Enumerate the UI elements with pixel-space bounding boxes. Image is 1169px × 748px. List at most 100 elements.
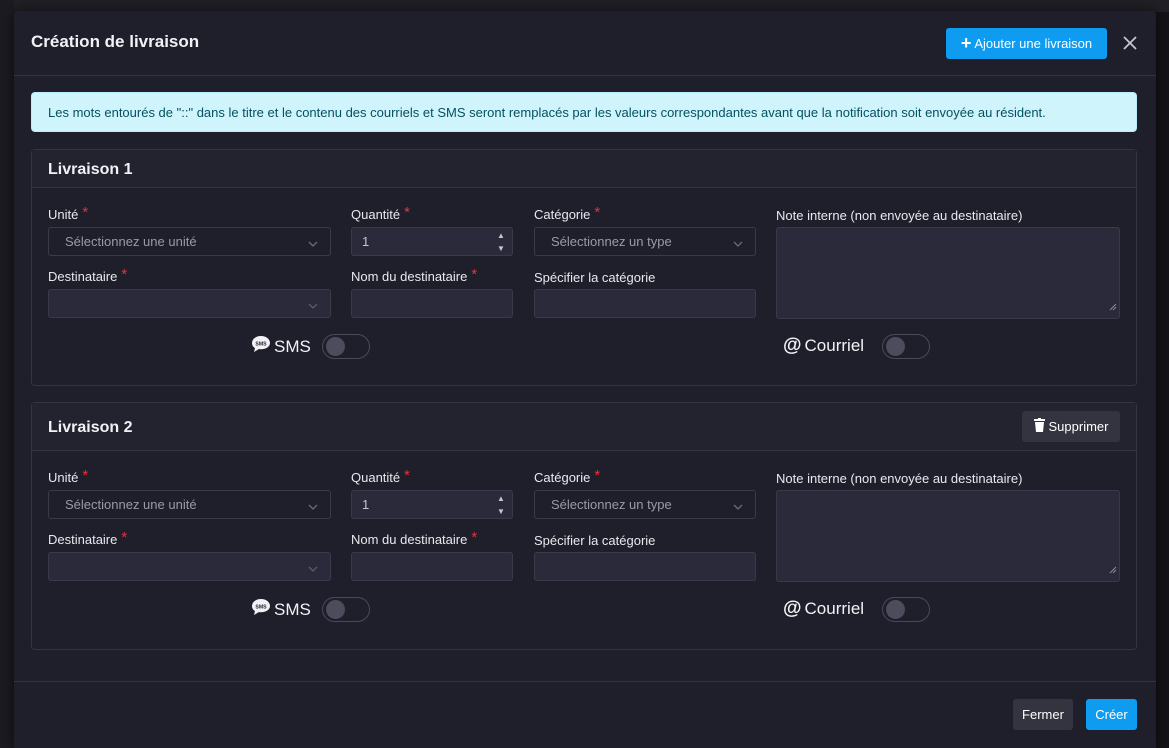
spin-buttons[interactable]: ▲ ▼ — [496, 493, 506, 517]
unit-label: Unité * — [48, 467, 89, 485]
delete-delivery-button[interactable]: Supprimer — [1022, 411, 1120, 442]
spin-down-icon[interactable]: ▼ — [497, 506, 505, 517]
unit-label: Unité * — [48, 204, 89, 222]
recipient-name-input[interactable] — [351, 289, 513, 318]
recipient-label: Destinataire * — [48, 529, 128, 547]
sms-bubble-icon: SMS — [251, 598, 271, 621]
email-toggle-row: @ Courriel — [783, 598, 864, 620]
recipient-name-input[interactable] — [351, 552, 513, 581]
chevron-down-icon — [308, 236, 318, 251]
email-toggle[interactable] — [882, 597, 930, 622]
unit-select[interactable]: Sélectionnez une unité — [48, 227, 331, 256]
category-select-placeholder: Sélectionnez un type — [551, 497, 672, 512]
required-asterisk: * — [82, 467, 89, 484]
recipient-name-label: Nom du destinataire * — [351, 266, 478, 284]
modal-title: Création de livraison — [31, 32, 200, 51]
email-label: @ Courriel — [783, 335, 864, 357]
specify-category-label: Spécifier la catégorie — [534, 533, 656, 548]
modal-header: Création de livraison + Ajouter une livr… — [14, 11, 1156, 76]
note-textarea[interactable] — [776, 227, 1120, 319]
resize-grip-icon[interactable] — [1109, 298, 1117, 316]
add-delivery-label: Ajouter une livraison — [974, 36, 1093, 51]
resize-grip-icon[interactable] — [1109, 561, 1117, 579]
quantity-value: 1 — [362, 497, 370, 512]
recipient-name-label: Nom du destinataire * — [351, 529, 478, 547]
category-select[interactable]: Sélectionnez un type — [534, 227, 756, 256]
specify-category-input[interactable] — [534, 552, 756, 581]
chevron-down-icon — [308, 561, 318, 576]
required-asterisk: * — [121, 266, 128, 283]
delivery-card-header: Livraison 1 — [32, 150, 1136, 188]
close-icon[interactable] — [1119, 32, 1141, 54]
modal-footer: Fermer Créer — [14, 681, 1156, 748]
recipient-label: Destinataire * — [48, 266, 128, 284]
background-left-strip — [0, 0, 14, 748]
svg-text:SMS: SMS — [255, 605, 267, 611]
svg-text:SMS: SMS — [255, 342, 267, 348]
chevron-down-icon — [733, 236, 743, 251]
toggle-knob — [886, 600, 905, 619]
required-asterisk: * — [471, 529, 478, 546]
toggle-knob — [326, 600, 345, 619]
recipient-select[interactable] — [48, 552, 331, 581]
email-label: @ Courriel — [783, 598, 864, 620]
specify-category-input[interactable] — [534, 289, 756, 318]
delete-label: Supprimer — [1048, 419, 1109, 434]
category-select[interactable]: Sélectionnez un type — [534, 490, 756, 519]
sms-toggle-row: SMS SMS — [251, 598, 311, 621]
quantity-stepper[interactable]: 1 ▲ ▼ — [351, 227, 513, 256]
email-label-text: Courriel — [804, 599, 865, 618]
spin-down-icon[interactable]: ▼ — [497, 243, 505, 254]
chevron-down-icon — [308, 298, 318, 313]
chevron-down-icon — [308, 499, 318, 514]
quantity-label: Quantité * — [351, 204, 410, 222]
delivery-title: Livraison 2 — [48, 419, 133, 436]
plus-icon: + — [960, 32, 972, 53]
at-sign-icon: @ — [783, 335, 802, 356]
required-asterisk: * — [82, 204, 89, 221]
required-asterisk: * — [121, 529, 128, 546]
category-label: Catégorie * — [534, 204, 601, 222]
unit-select-placeholder: Sélectionnez une unité — [65, 234, 197, 249]
note-textarea[interactable] — [776, 490, 1120, 582]
chevron-down-icon — [733, 499, 743, 514]
spin-up-icon[interactable]: ▲ — [497, 493, 505, 504]
sms-toggle[interactable] — [322, 334, 370, 359]
unit-select-placeholder: Sélectionnez une unité — [65, 497, 197, 512]
note-label: Note interne (non envoyée au destinatair… — [776, 208, 1023, 223]
spin-buttons[interactable]: ▲ ▼ — [496, 230, 506, 254]
quantity-label: Quantité * — [351, 467, 410, 485]
required-asterisk: * — [404, 204, 410, 221]
trash-icon — [1033, 418, 1045, 435]
delivery-card-header: Livraison 2 Supprimer — [32, 403, 1136, 451]
required-asterisk: * — [594, 204, 601, 221]
sms-label-text: SMS — [274, 336, 311, 356]
delivery-card-2: Livraison 2 Supprimer Unité * Sélectionne… — [31, 402, 1137, 650]
create-delivery-modal: Création de livraison + Ajouter une livr… — [14, 11, 1156, 748]
required-asterisk: * — [404, 467, 410, 484]
delivery-card-1: Livraison 1 Unité * Sélectionnez une unit… — [31, 149, 1137, 386]
close-button[interactable]: Fermer — [1013, 699, 1073, 730]
toggle-knob — [886, 337, 905, 356]
required-asterisk: * — [471, 266, 478, 283]
sms-bubble-icon: SMS — [251, 335, 271, 358]
specify-category-label: Spécifier la catégorie — [534, 270, 656, 285]
sms-label: SMS SMS — [251, 598, 311, 621]
unit-select[interactable]: Sélectionnez une unité — [48, 490, 331, 519]
add-delivery-button[interactable]: + Ajouter une livraison — [946, 28, 1107, 59]
category-label: Catégorie * — [534, 467, 601, 485]
sms-toggle[interactable] — [322, 597, 370, 622]
at-sign-icon: @ — [783, 598, 802, 619]
quantity-stepper[interactable]: 1 ▲ ▼ — [351, 490, 513, 519]
delivery-title: Livraison 1 — [48, 161, 133, 178]
category-select-placeholder: Sélectionnez un type — [551, 234, 672, 249]
create-button[interactable]: Créer — [1086, 699, 1137, 730]
recipient-select[interactable] — [48, 289, 331, 318]
email-toggle-row: @ Courriel — [783, 335, 864, 357]
note-label: Note interne (non envoyée au destinatair… — [776, 471, 1023, 486]
email-label-text: Courriel — [804, 336, 865, 355]
email-toggle[interactable] — [882, 334, 930, 359]
sms-label: SMS SMS — [251, 335, 311, 358]
sms-toggle-row: SMS SMS — [251, 335, 311, 358]
spin-up-icon[interactable]: ▲ — [497, 230, 505, 241]
